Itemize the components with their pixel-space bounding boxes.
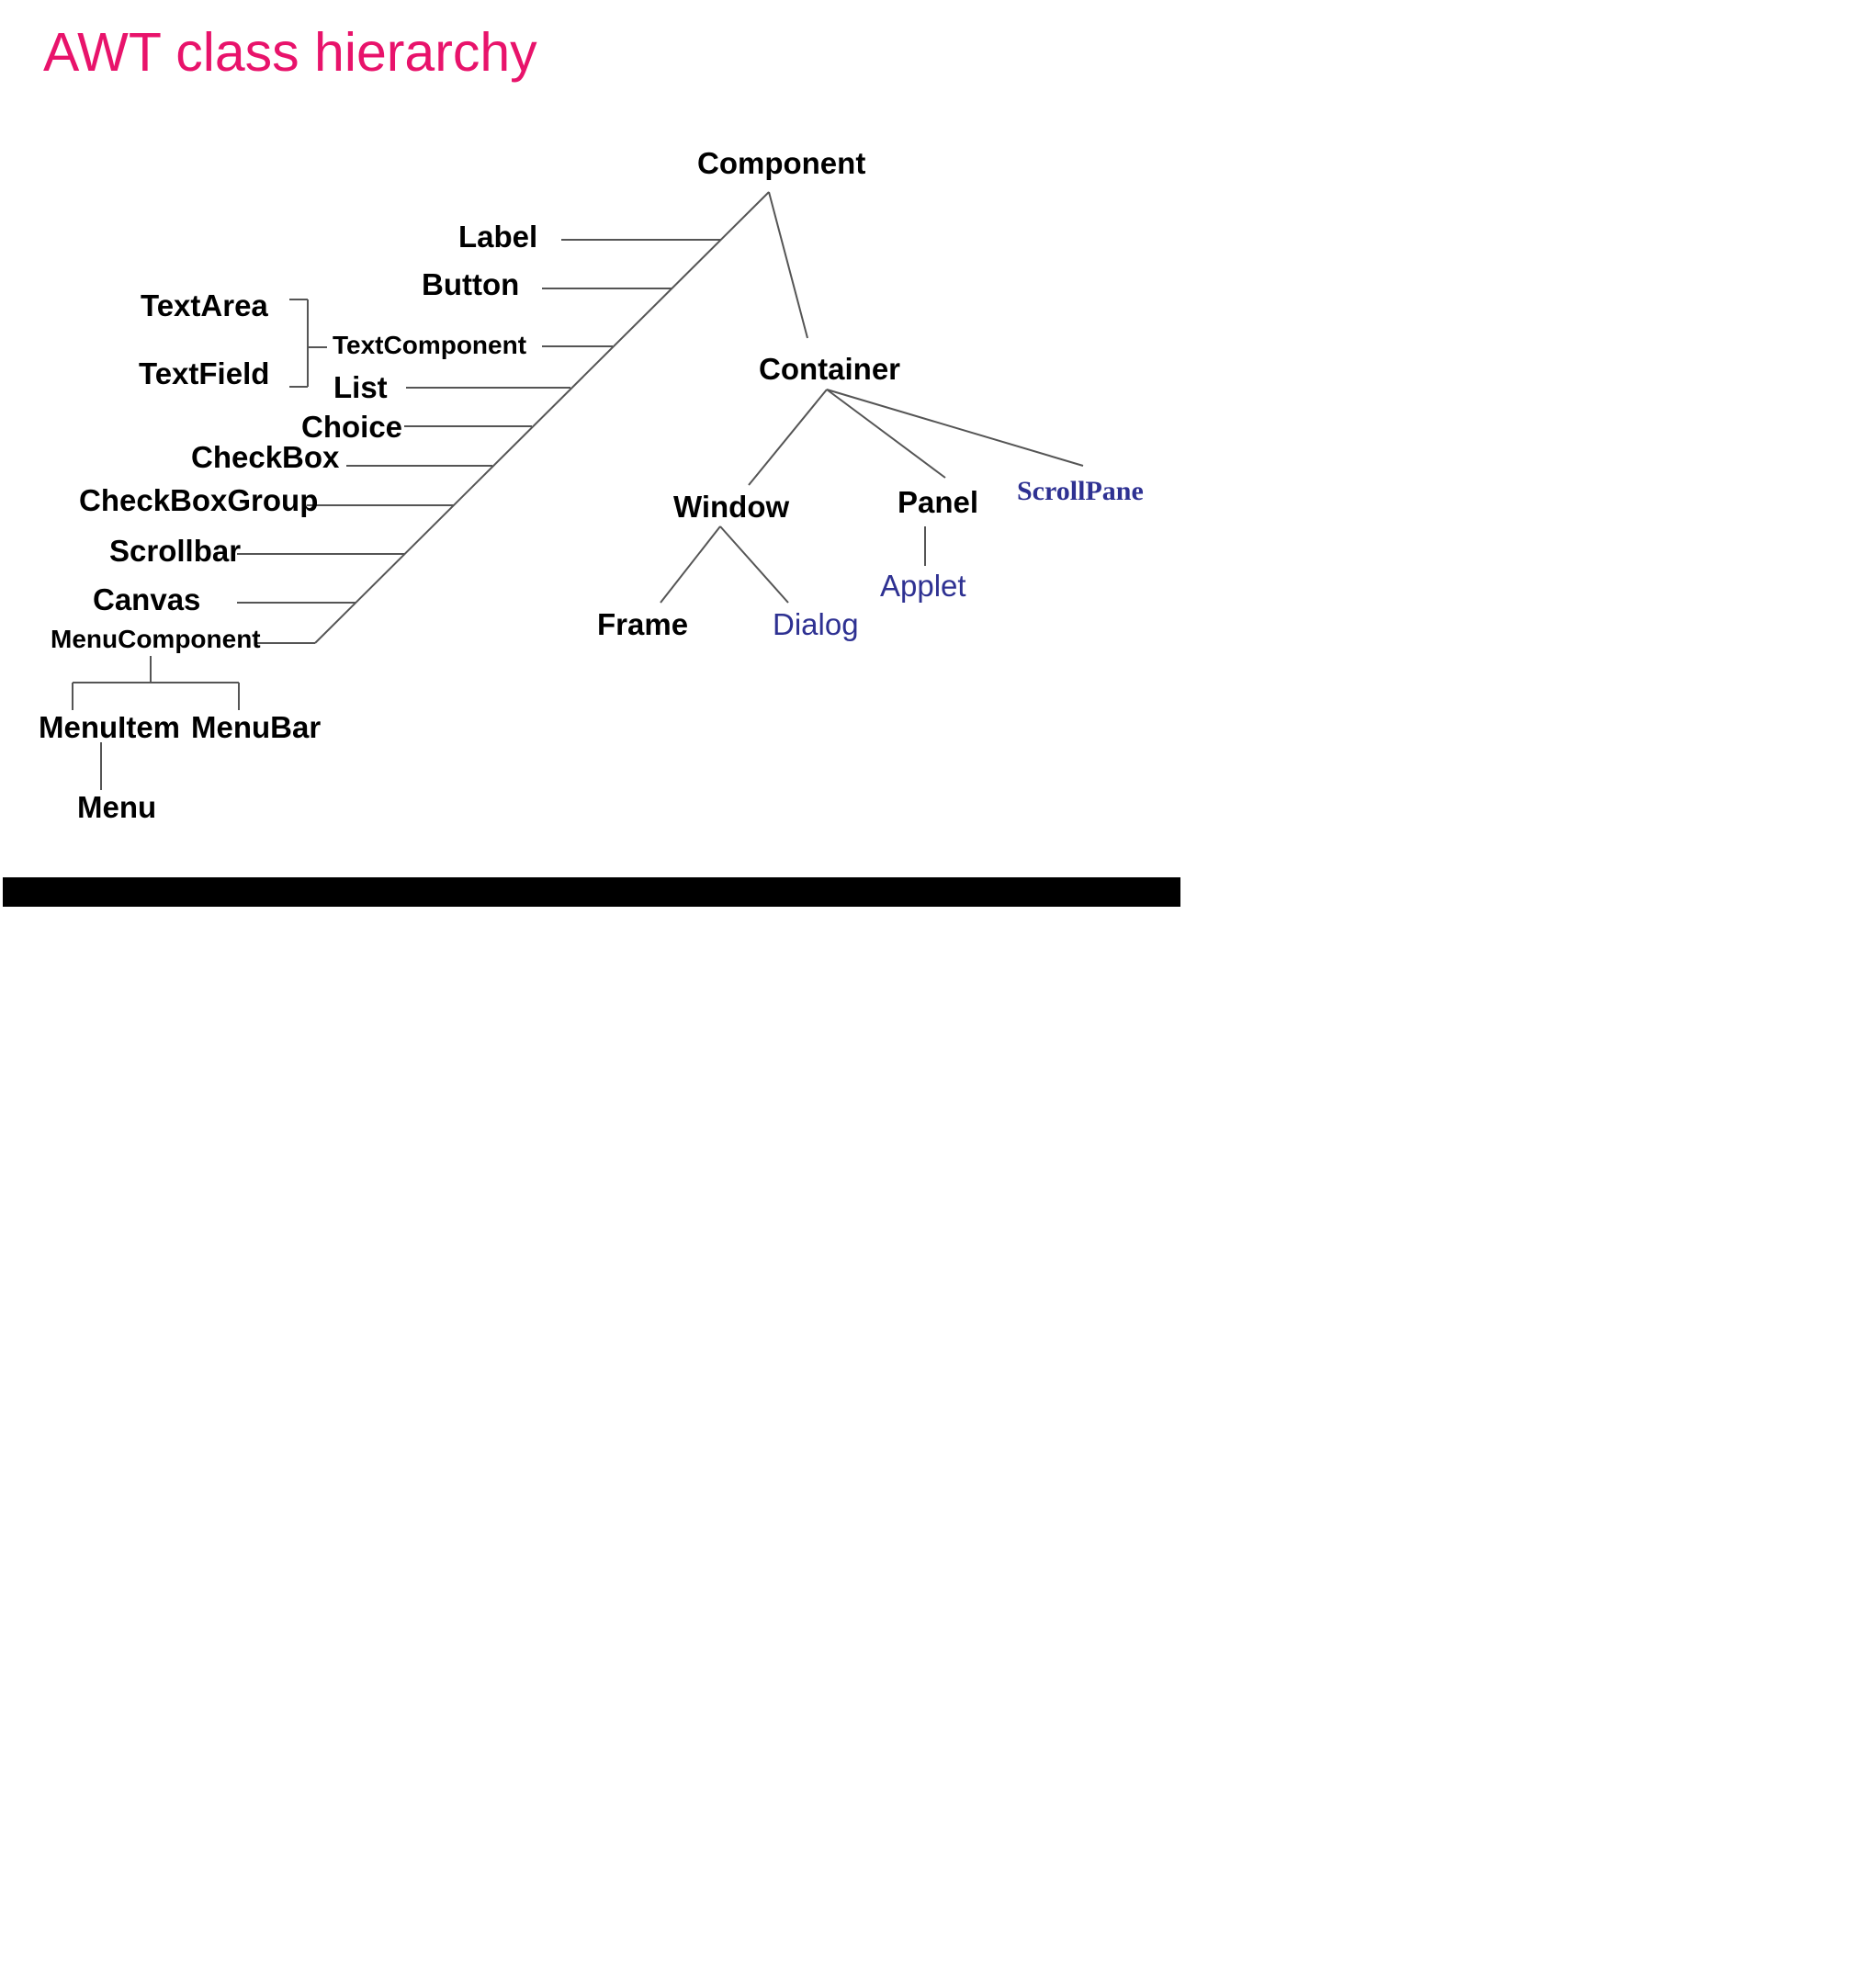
node-menuitem: MenuItem [39, 710, 181, 744]
node-button: Button [422, 267, 520, 301]
node-menucomponent: MenuComponent [51, 625, 261, 653]
node-frame: Frame [597, 607, 689, 641]
edge-window-frame [660, 525, 721, 604]
node-textcomponent: TextComponent [333, 331, 527, 359]
edge-container-window [748, 389, 828, 486]
node-menubar: MenuBar [191, 710, 322, 744]
edge-container-scrollpane [826, 389, 1084, 467]
node-scrollbar: Scrollbar [109, 534, 242, 568]
node-checkboxgroup: CheckBoxGroup [79, 483, 319, 517]
node-dialog: Dialog [773, 607, 859, 641]
node-choice: Choice [301, 410, 403, 444]
node-textarea: TextArea [141, 288, 268, 322]
node-label: Label [458, 220, 538, 254]
edge-container-panel [826, 389, 946, 479]
edge-component-container [768, 191, 808, 339]
diagram-canvas: AWT class hierarchy Component Label Butt… [0, 0, 1863, 1988]
edge-window-dialog [719, 525, 789, 604]
node-checkbox: CheckBox [191, 440, 340, 474]
node-menu: Menu [77, 790, 157, 824]
hierarchy-connectors [72, 191, 1084, 790]
divider-bar [3, 877, 1180, 907]
node-window: Window [673, 490, 790, 524]
node-scrollpane: ScrollPane [1017, 476, 1144, 506]
node-canvas: Canvas [93, 582, 201, 616]
node-textfield: TextField [139, 356, 270, 390]
node-applet: Applet [880, 569, 966, 603]
node-list: List [333, 370, 388, 404]
node-container: Container [759, 352, 901, 386]
node-panel: Panel [898, 485, 979, 519]
node-component: Component [697, 146, 866, 180]
